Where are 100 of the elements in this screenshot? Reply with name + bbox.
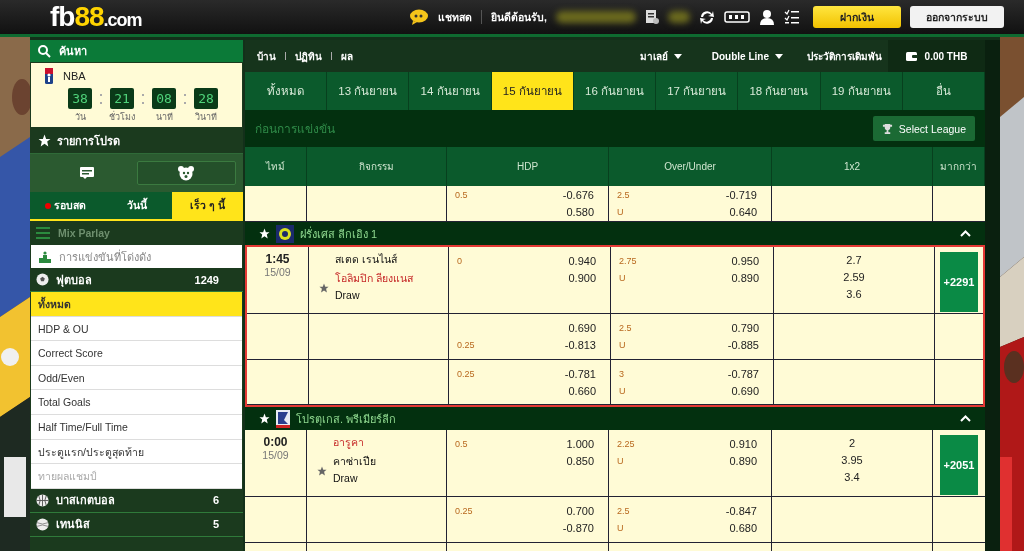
checklist-icon[interactable]	[784, 9, 800, 25]
select-league-button[interactable]: Select League	[872, 116, 975, 141]
chat-bubble-icon[interactable]	[409, 9, 430, 25]
search-bar[interactable]: ค้นหา	[30, 40, 243, 62]
odds-value[interactable]: 3.4	[844, 469, 860, 486]
deposit-button[interactable]: ฝากเงิน	[813, 6, 901, 28]
odds-type-dropdown[interactable]: มาเลย์	[633, 47, 688, 65]
market-item[interactable]: HDP & OU	[31, 316, 242, 342]
more-markets-button[interactable]: +2051	[940, 435, 978, 495]
star-icon[interactable]	[259, 228, 270, 239]
odds-value[interactable]: 0.690	[731, 384, 759, 397]
league-logo-icon	[45, 68, 53, 84]
total-line: 2.5	[619, 322, 632, 333]
live-chat-link[interactable]: แชทสด	[438, 8, 473, 26]
scrollbar[interactable]	[985, 40, 1000, 551]
chevron-up-icon[interactable]	[960, 415, 971, 422]
odds-value[interactable]: 0.950	[731, 254, 759, 267]
sport-name: ฟุตบอล	[56, 272, 92, 289]
more-markets-button[interactable]: +2291	[940, 252, 978, 312]
podium-icon	[39, 250, 51, 263]
odds-value[interactable]: 2.59	[843, 269, 865, 286]
chevron-up-icon[interactable]	[960, 230, 971, 237]
team-name: อารูคา	[333, 435, 365, 451]
odds-value[interactable]: 0.890	[729, 454, 757, 467]
nav-link[interactable]: ผล	[341, 48, 353, 64]
odds-value[interactable]: 0.790	[731, 321, 759, 334]
odds-value[interactable]: 2	[848, 435, 856, 452]
odds-value[interactable]: 0.940	[568, 254, 596, 267]
sport-name: เทนนิส	[56, 517, 90, 533]
countdown-label: ชั่วโมง	[109, 110, 135, 124]
odds-value[interactable]: 0.910	[729, 437, 757, 450]
ticket-icon[interactable]	[724, 9, 750, 25]
popular-matches-item[interactable]: การแข่งขันที่โด่งดัง	[31, 245, 242, 268]
total-line: 3	[619, 368, 624, 379]
odds-value[interactable]: -0.719	[725, 188, 757, 201]
odds-value[interactable]: 3.95	[841, 452, 863, 469]
star-icon[interactable]	[319, 283, 329, 293]
countdown-label: วินาที	[195, 111, 217, 124]
market-item[interactable]: Total Goals	[31, 390, 242, 415]
odds-value[interactable]: -0.676	[562, 188, 594, 201]
time-tab[interactable]: เร็ว ๆ นี้	[172, 192, 243, 219]
market-item[interactable]: Odd/Even	[31, 365, 242, 391]
logo[interactable]: fb88.com	[50, 3, 142, 31]
market-item[interactable]: Half Time/Full Time	[31, 414, 242, 440]
odds-value[interactable]: -0.847	[725, 504, 757, 517]
view-toggle[interactable]	[136, 161, 236, 185]
bear-face-icon	[177, 165, 196, 181]
odds-value[interactable]: 0.660	[568, 384, 596, 397]
odds-value[interactable]: -0.781	[564, 367, 596, 380]
odds-value[interactable]: 0.700	[566, 504, 594, 517]
countdown-digits: 21	[110, 88, 134, 109]
market-item[interactable]: Correct Score	[31, 341, 242, 366]
user-icon[interactable]	[759, 9, 775, 25]
nav-link[interactable]: ปฏิทิน	[295, 48, 322, 64]
odds-value[interactable]: 1.000	[566, 437, 594, 450]
league-header[interactable]: โปรตุเกส. พรีเมียร์ลีก	[245, 407, 985, 430]
match-date: 15/09	[264, 266, 291, 278]
match-time: 1:45	[265, 252, 290, 266]
odds-value[interactable]: -0.870	[562, 521, 594, 534]
date-tab[interactable]: 15 กันยายน	[491, 72, 574, 110]
receipt-icon[interactable]	[645, 9, 659, 25]
team-name: คาซ่าเปีย	[333, 454, 376, 469]
caret-icon	[673, 53, 682, 59]
market-item[interactable]: ทั้งหมด	[31, 292, 242, 317]
odds-value[interactable]: 3.6	[846, 286, 862, 303]
sport-count: 5	[212, 518, 219, 531]
odds-value[interactable]: 0.850	[566, 454, 594, 467]
odds-value[interactable]: 0.640	[729, 205, 757, 218]
section-title: ก่อนการแข่งขัน	[255, 121, 335, 138]
line-mode-dropdown[interactable]: Double Line	[705, 49, 789, 63]
under-label: U	[617, 455, 624, 466]
market-item[interactable]: ประตูแรก/ประตูสุดท้าย	[31, 439, 242, 465]
odds-value[interactable]: 0.900	[568, 271, 596, 284]
odds-value[interactable]: 0.680	[729, 521, 757, 534]
sport-item[interactable]: เทนนิส 5	[30, 512, 243, 537]
team-name: สเตด เรนไนส์	[335, 252, 398, 267]
sport-item[interactable]: บาสเกตบอล 6	[30, 488, 243, 513]
nav-link[interactable]: บ้าน	[257, 48, 276, 64]
refresh-icon[interactable]	[699, 9, 715, 25]
odds-value[interactable]: 2.7	[846, 252, 862, 269]
countdown-label: นาที	[155, 111, 173, 124]
odds-value[interactable]: -0.885	[727, 338, 759, 351]
star-icon[interactable]	[259, 413, 270, 424]
time-tab[interactable]: วันนี้	[101, 192, 172, 219]
time-tab[interactable]: รอบสด	[30, 192, 101, 219]
team-name: โอลิมปิก ลียงแนส	[335, 271, 413, 286]
odds-value[interactable]: -0.813	[564, 338, 596, 351]
league-header[interactable]: ฝรั่งเศส ลีกเอิง 1	[245, 222, 985, 245]
logout-button[interactable]: ออกจากระบบ	[910, 6, 1004, 28]
odds-value[interactable]: 0.580	[566, 205, 594, 218]
odds-value[interactable]: 0.690	[568, 321, 596, 334]
bet-history-link[interactable]: ประวัติการเดิมพัน	[807, 48, 882, 64]
star-icon[interactable]	[317, 466, 327, 476]
odds-value[interactable]: -0.787	[727, 367, 759, 380]
caret-icon	[775, 53, 783, 59]
sport-count: 6	[212, 494, 219, 507]
mix-parlay-label: Mix Parlay	[58, 227, 110, 239]
odds-value[interactable]: 0.890	[731, 271, 759, 284]
total-line: 2.5	[617, 505, 630, 516]
league-logo-icon	[276, 224, 294, 243]
